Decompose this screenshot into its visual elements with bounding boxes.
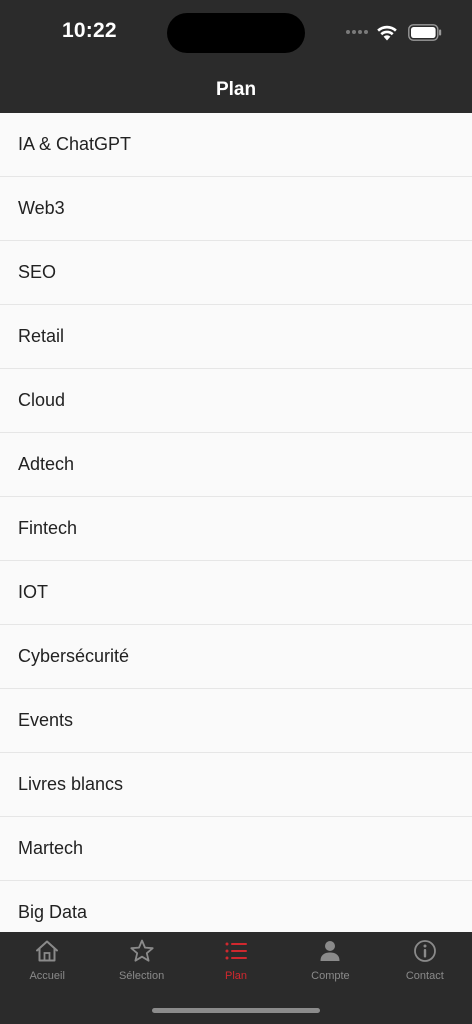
list-item-label: Livres blancs — [18, 774, 124, 794]
battery-icon — [408, 23, 442, 41]
list-item-label: IOT — [18, 582, 48, 602]
list-item-martech[interactable]: Martech — [0, 817, 472, 881]
list-item-retail[interactable]: Retail — [0, 305, 472, 369]
list-item-label: SEO — [18, 262, 57, 282]
list-item-livres-blancs[interactable]: Livres blancs — [0, 753, 472, 817]
tab-plan[interactable]: Plan — [189, 932, 283, 992]
list-item-events[interactable]: Events — [0, 689, 472, 753]
list-icon — [225, 942, 248, 960]
dynamic-island — [167, 13, 305, 53]
tab-label: Plan — [225, 970, 248, 982]
list-item-label: Adtech — [18, 454, 75, 474]
list-item-fintech[interactable]: Fintech — [0, 497, 472, 561]
tab-label: Contact — [405, 970, 444, 982]
list-item-label: Big Data — [18, 902, 88, 922]
status-time: 10:22 — [62, 19, 117, 42]
list-item-web3[interactable]: Web3 — [0, 177, 472, 241]
home-icon — [36, 940, 59, 962]
list-item-label: Retail — [18, 326, 65, 346]
tab-selection[interactable]: Sélection — [94, 932, 188, 992]
star-icon — [130, 939, 154, 962]
tab-bar: Accueil Sélection Plan Compte Contact — [0, 932, 472, 1024]
tab-label: Sélection — [118, 970, 165, 982]
list-item-adtech[interactable]: Adtech — [0, 433, 472, 497]
status-indicators — [346, 22, 442, 42]
tab-label: Compte — [311, 970, 350, 982]
list-item-cloud[interactable]: Cloud — [0, 369, 472, 433]
list-item-label: Fintech — [18, 518, 78, 538]
home-indicator[interactable] — [152, 1008, 320, 1013]
list-item-ia-chatgpt[interactable]: IA & ChatGPT — [0, 113, 472, 177]
cellular-signal-icon — [346, 30, 368, 34]
tab-contact[interactable]: Contact — [378, 932, 472, 992]
category-list: IA & ChatGPT Web3 SEO Retail Cloud Adtec… — [0, 113, 472, 932]
tab-accueil[interactable]: Accueil — [0, 932, 94, 992]
list-item-iot[interactable]: IOT — [0, 561, 472, 625]
list-item-label: Web3 — [18, 198, 65, 218]
list-item-label: Events — [18, 710, 74, 730]
list-item-big-data[interactable]: Big Data — [0, 881, 472, 932]
list-item-label: IA & ChatGPT — [18, 134, 132, 154]
list-item-label: Martech — [18, 838, 84, 858]
page-title: Plan — [215, 78, 257, 100]
list-item-label: Cloud — [18, 390, 66, 410]
person-icon — [320, 941, 340, 961]
list-item-cybersecurite[interactable]: Cybersécurité — [0, 625, 472, 689]
app-screen: 10:22 Plan IA & ChatGPT Web3 SEO Retail — [0, 0, 472, 1024]
status-bar: 10:22 — [0, 0, 472, 66]
wifi-icon — [377, 25, 397, 40]
tab-compte[interactable]: Compte — [283, 932, 377, 992]
tab-label: Accueil — [29, 970, 65, 982]
list-item-label: Cybersécurité — [18, 646, 130, 666]
info-icon — [413, 940, 436, 962]
list-item-seo[interactable]: SEO — [0, 241, 472, 305]
navigation-bar: Plan — [0, 66, 472, 113]
